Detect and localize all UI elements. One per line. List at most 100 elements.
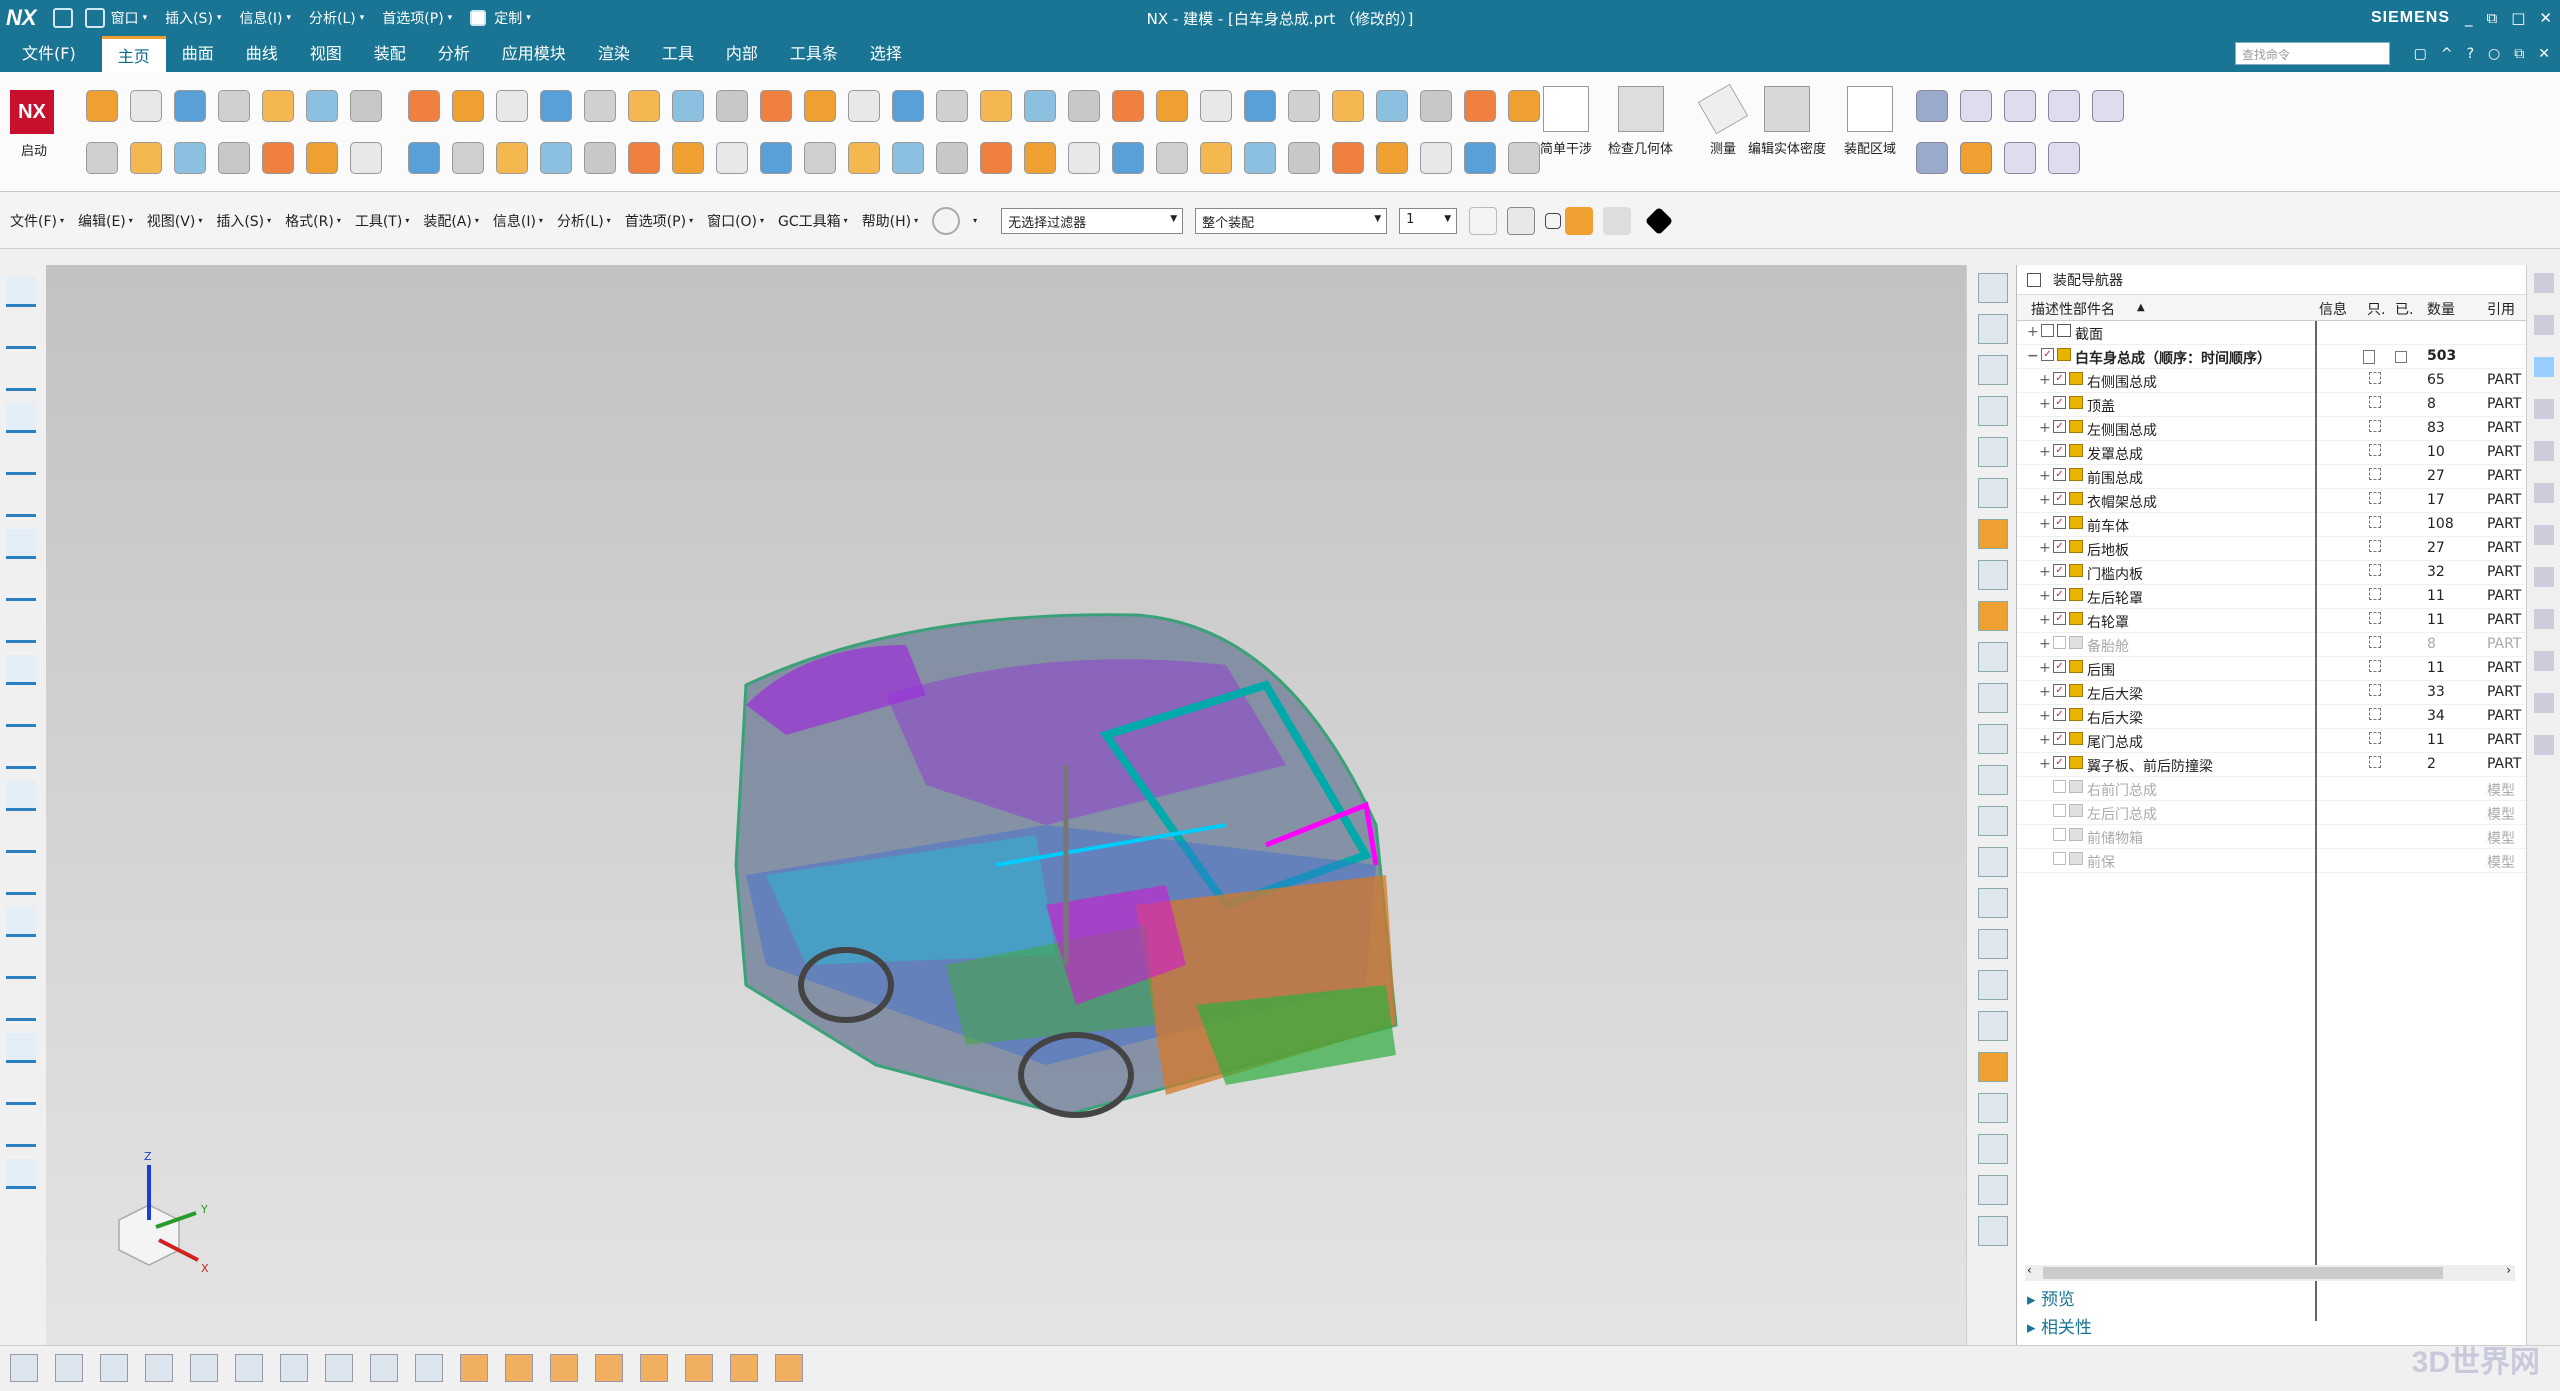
tree-row[interactable]: + ✓ 左侧围总成 83 PART <box>2017 417 2526 441</box>
layout-icon[interactable] <box>52 8 73 28</box>
thicken-icon[interactable] <box>1244 142 1276 174</box>
polygon-icon[interactable] <box>6 487 36 517</box>
measure-icon[interactable] <box>415 1354 443 1382</box>
unite-icon[interactable] <box>1068 90 1100 122</box>
quick-menu-window[interactable]: 窗口 ▾ <box>111 8 148 28</box>
row-checkbox[interactable]: ✓ <box>2053 684 2066 697</box>
helix-icon[interactable] <box>6 697 36 727</box>
row-checkbox[interactable] <box>2053 852 2066 865</box>
tree-row[interactable]: + ✓ 后围 11 PART <box>2017 657 2526 681</box>
quick-menu-preferences[interactable]: 首选项(P) ▾ <box>382 8 452 28</box>
boss-icon[interactable] <box>1420 142 1452 174</box>
blend-icon[interactable] <box>262 90 294 122</box>
tree-row[interactable]: + ✓ 翼子板、前后防撞梁 2 PART <box>2017 753 2526 777</box>
face-icon[interactable] <box>628 90 660 122</box>
pattern-component-icon[interactable] <box>640 1354 668 1382</box>
pattern-icon[interactable] <box>980 90 1012 122</box>
scroll-thumb[interactable] <box>2043 1267 2443 1279</box>
tree-row[interactable]: + ✓ 左后轮罩 11 PART <box>2017 585 2526 609</box>
tree-row[interactable]: + ✓ 右轮罩 11 PART <box>2017 609 2526 633</box>
tab-home[interactable]: 主页 <box>101 36 166 72</box>
col-part-name[interactable]: 描述性部件名 <box>2031 299 2115 319</box>
subtract-icon[interactable] <box>1112 142 1144 174</box>
draft-icon[interactable] <box>936 90 968 122</box>
chamfer-icon[interactable] <box>848 142 880 174</box>
assembly-zone-button[interactable]: 装配区域 <box>1844 86 1896 157</box>
expand-toggle[interactable]: + <box>2039 396 2051 412</box>
curve-tool-icon[interactable] <box>145 1354 173 1382</box>
row-checkbox[interactable] <box>2053 780 2066 793</box>
measure-button[interactable]: 测量 <box>1697 83 1749 157</box>
edge-icon[interactable] <box>672 142 704 174</box>
block-icon[interactable] <box>804 142 836 174</box>
tree-row[interactable]: + ✓ 衣帽架总成 17 PART <box>2017 489 2526 513</box>
cmd-menu-format[interactable]: 格式(R) ▾ <box>285 211 341 231</box>
row-checkbox[interactable] <box>2053 804 2066 817</box>
unite-icon[interactable] <box>1068 142 1100 174</box>
component-icon[interactable] <box>460 1354 488 1382</box>
surface-tool-19-icon[interactable] <box>1978 1011 2008 1041</box>
revolve-icon[interactable] <box>452 142 484 174</box>
surface-tool-24-icon[interactable] <box>1978 1216 2008 1246</box>
expand-toggle[interactable]: + <box>2039 420 2051 436</box>
part-navigator-icon[interactable] <box>2534 315 2554 335</box>
quick-menu-customize[interactable]: 定制 ▾ <box>470 8 531 28</box>
move-icon[interactable] <box>235 1354 263 1382</box>
row-checkbox[interactable]: ✓ <box>2053 372 2066 385</box>
component-icon[interactable] <box>1916 90 1948 122</box>
tree-row[interactable]: + ✓ 前车体 108 PART <box>2017 513 2526 537</box>
nxs-icon[interactable] <box>584 90 616 122</box>
row-checkbox[interactable]: ✓ <box>2053 732 2066 745</box>
navigator-pin-icon[interactable] <box>2027 272 2041 287</box>
constraint-icon[interactable] <box>2534 399 2554 419</box>
expand-toggle[interactable]: + <box>2039 660 2051 676</box>
pocket-icon[interactable] <box>1464 142 1496 174</box>
col-reference[interactable]: 引用 <box>2487 299 2515 319</box>
tab-selection[interactable]: 选择 <box>854 36 918 72</box>
tree-row[interactable]: + ✓ 右侧围总成 65 PART <box>2017 369 2526 393</box>
surface-tool-16-icon[interactable] <box>1978 888 2008 918</box>
tree-row[interactable]: + ✓ 发罩总成 10 PART <box>2017 441 2526 465</box>
cmd-menu-tools[interactable]: 工具(T) ▾ <box>355 211 410 231</box>
tree-row[interactable]: 右前门总成 模型 <box>2017 777 2526 801</box>
cmd-menu-info[interactable]: 信息(I) ▾ <box>493 211 543 231</box>
surface-tool-15-icon[interactable] <box>1978 847 2008 877</box>
selection-tree-icon[interactable] <box>1469 206 1498 235</box>
tab-assembly[interactable]: 装配 <box>358 36 422 72</box>
assembly-navigator-icon[interactable] <box>2534 357 2554 377</box>
surface-tool-6-icon[interactable] <box>1978 478 2008 508</box>
circle-icon[interactable] <box>6 361 36 391</box>
command-search-input[interactable]: 查找命令 <box>2235 42 2390 65</box>
collapse-toggle[interactable]: − <box>2027 348 2039 364</box>
navigator-hscrollbar[interactable]: ‹ › <box>2025 1263 2515 1281</box>
dependencies-section[interactable]: ▸ 相关性 <box>2027 1313 2092 1338</box>
hole-icon[interactable] <box>1376 142 1408 174</box>
row-checkbox[interactable]: ✓ <box>2053 612 2066 625</box>
expand-toggle[interactable]: + <box>2039 468 2051 484</box>
restore-button[interactable]: ⧉ <box>2487 9 2498 27</box>
cylinder-icon[interactable] <box>760 90 792 122</box>
tab-toolbars[interactable]: 工具条 <box>774 36 854 72</box>
surface-tool-21-icon[interactable] <box>1978 1093 2008 1123</box>
surface-tool-14-icon[interactable] <box>1978 806 2008 836</box>
tree-row-root[interactable]: − ✓ 白车身总成（顺序：时间顺序） 503 <box>2017 345 2526 369</box>
expand-toggle[interactable]: + <box>2039 516 2051 532</box>
col-quantity[interactable]: 数量 <box>2427 299 2455 319</box>
nxs-icon[interactable] <box>584 142 616 174</box>
blend-icon[interactable] <box>262 142 294 174</box>
row-checkbox[interactable]: ✓ <box>2053 516 2066 529</box>
examine-geometry-button[interactable]: 检查几何体 <box>1608 86 1673 157</box>
revolve-icon[interactable] <box>452 90 484 122</box>
point-icon[interactable] <box>6 949 36 979</box>
scroll-right-icon[interactable]: › <box>2506 1263 2511 1277</box>
rectangle-icon[interactable] <box>190 1354 218 1382</box>
tree-row-sections[interactable]: + 截面 <box>2017 321 2526 345</box>
sort-ascending-icon[interactable]: ▲ <box>2137 302 2145 313</box>
col-info[interactable]: 信息 <box>2319 299 2347 319</box>
cmd-menu-insert[interactable]: 插入(S) ▾ <box>216 211 271 231</box>
sweep-icon[interactable] <box>1288 90 1320 122</box>
selection-level-dropdown[interactable]: 1 ▼ <box>1399 207 1458 234</box>
surface-tool-3-icon[interactable] <box>1978 355 2008 385</box>
arc-icon[interactable] <box>6 403 36 433</box>
new-part-icon[interactable] <box>86 142 118 174</box>
